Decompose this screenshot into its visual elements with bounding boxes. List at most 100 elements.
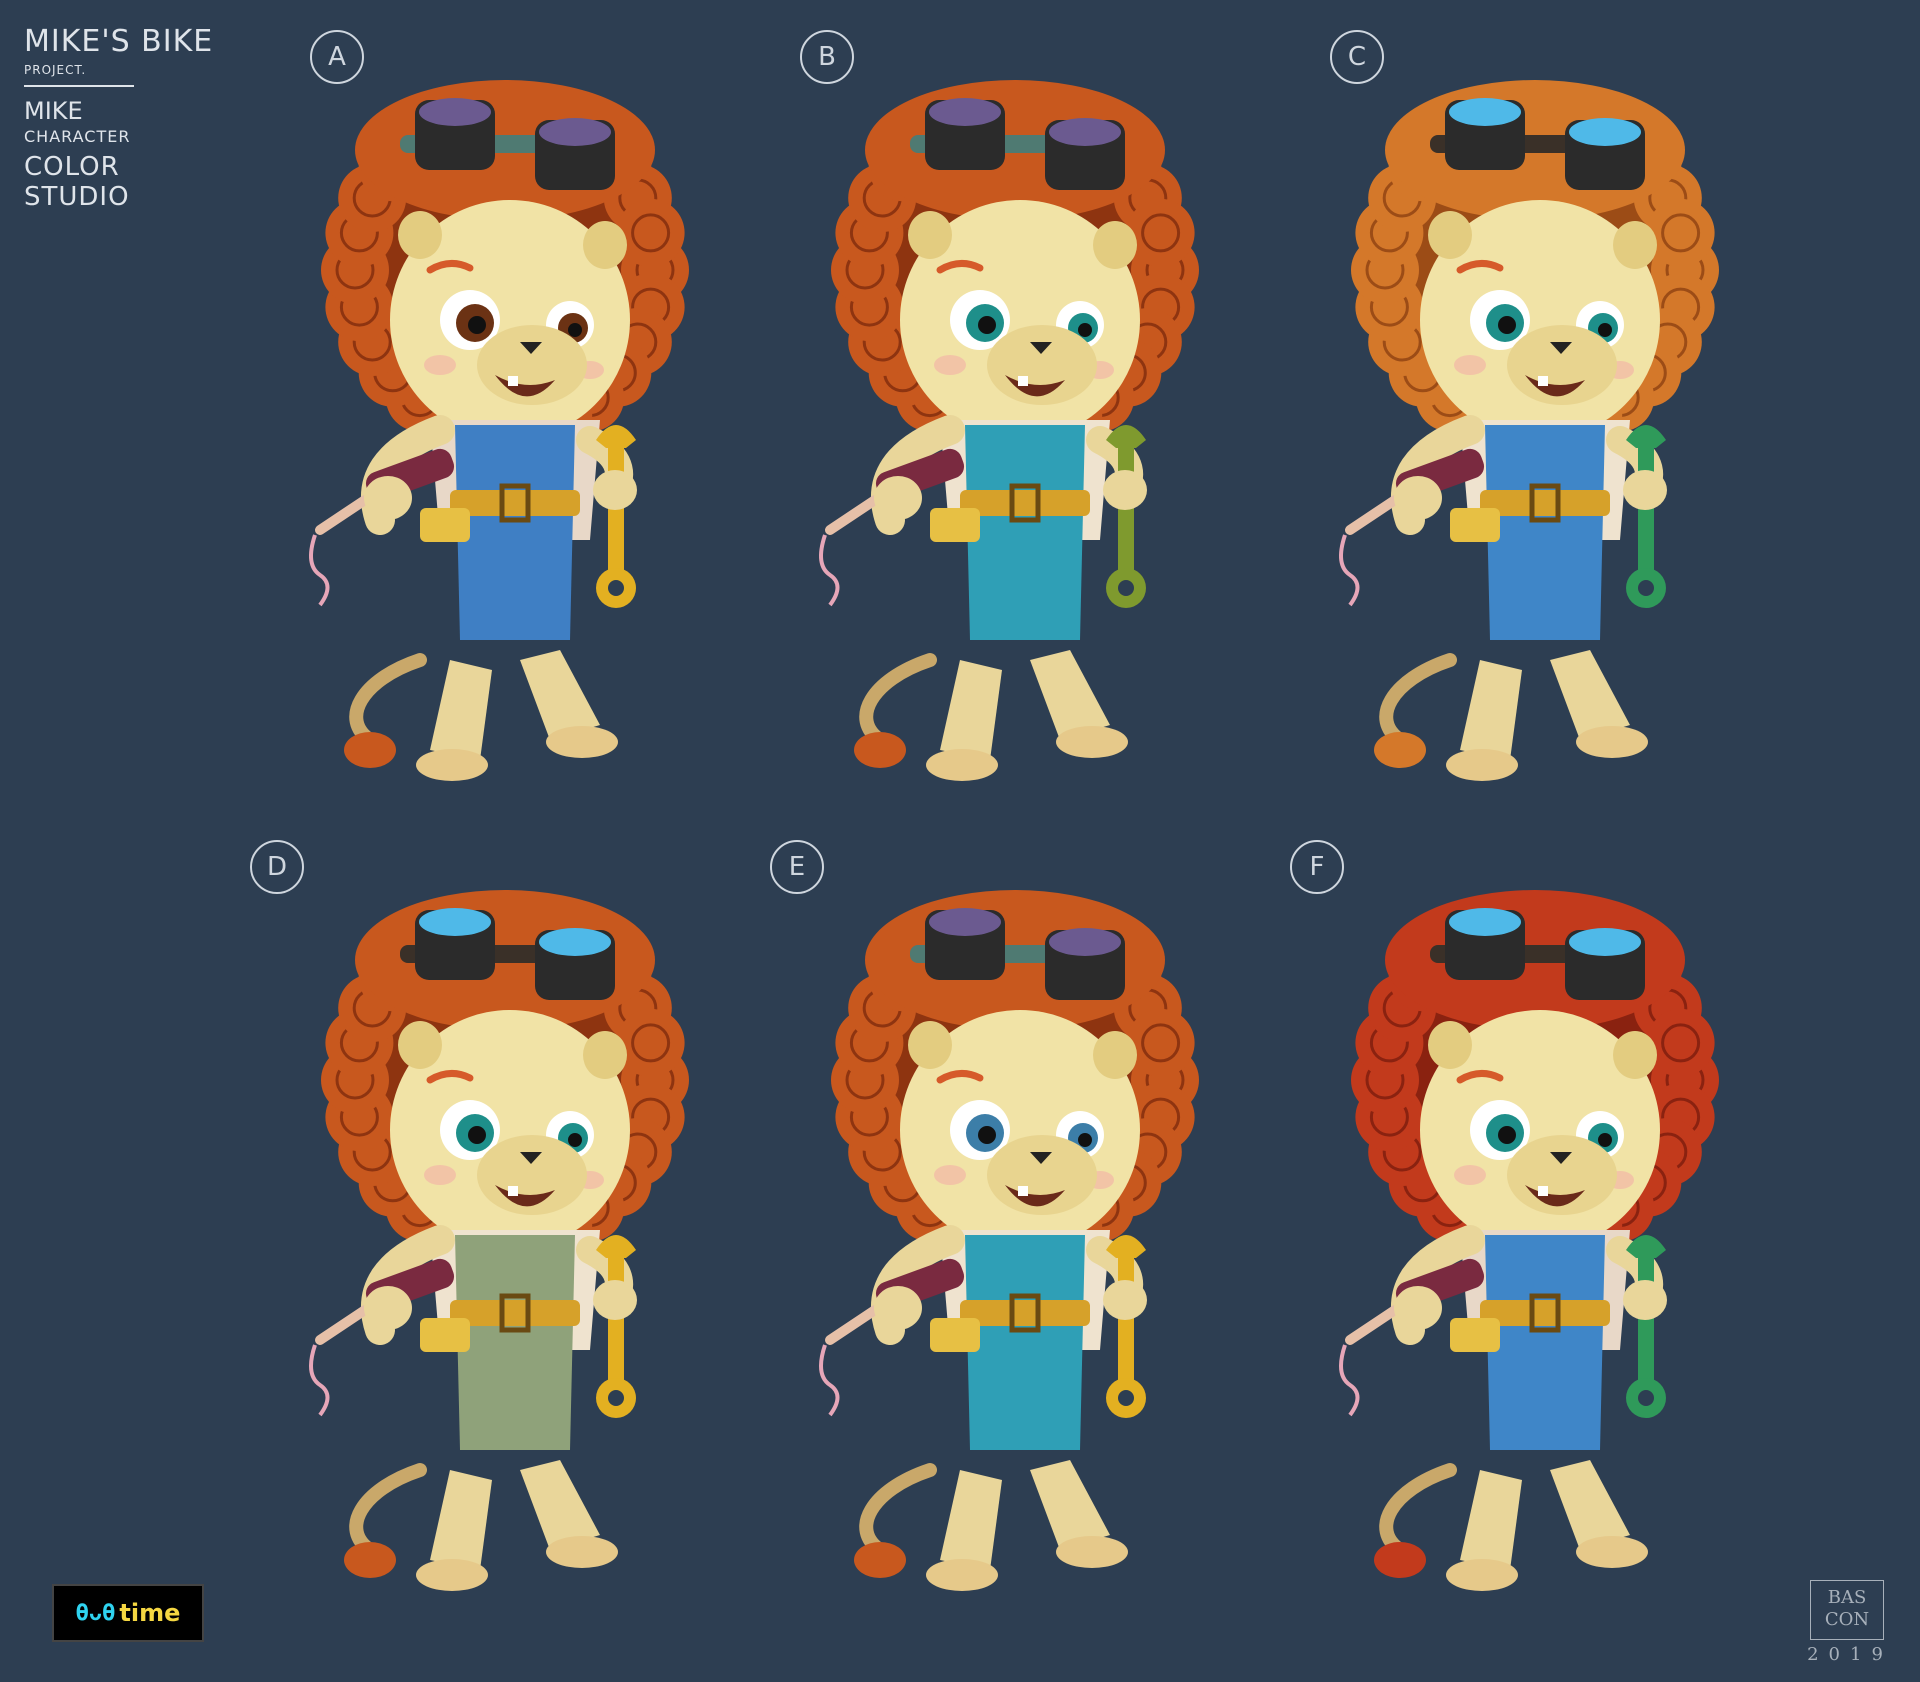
signature-initials: BAS CON — [1810, 1580, 1884, 1640]
signature-year: 2019 — [1807, 1644, 1893, 1665]
left-hand — [364, 1286, 412, 1330]
belt-pouch — [420, 1318, 470, 1352]
right-hand — [1103, 470, 1147, 510]
soldering-cord — [819, 1344, 840, 1417]
goggle-right-lens — [1569, 118, 1641, 146]
right-pupil — [1078, 1133, 1092, 1147]
left-foot — [1446, 1559, 1518, 1591]
studio-logo: ϴᴗϴ time — [52, 1584, 204, 1642]
right-foot — [1056, 726, 1128, 758]
goggle-right-lens — [539, 118, 611, 146]
left-hand — [1394, 1286, 1442, 1330]
mane-curl — [616, 1008, 685, 1077]
mane-curl — [1126, 1008, 1195, 1077]
left-cheek — [1454, 1165, 1486, 1185]
left-leg — [1460, 1470, 1522, 1570]
artist-signature: BAS CON 2019 — [1804, 1580, 1896, 1670]
right-pupil — [1598, 1133, 1612, 1147]
tail — [349, 653, 427, 747]
overalls — [1485, 425, 1605, 640]
wrench-shaft — [1638, 1250, 1654, 1390]
left-leg — [430, 1470, 492, 1570]
character-variant-a: A — [270, 20, 750, 810]
tail-tuft — [344, 1542, 396, 1578]
left-leg — [430, 660, 492, 760]
right-hand — [1103, 1280, 1147, 1320]
right-pupil — [568, 1133, 582, 1147]
left-pupil — [468, 316, 486, 334]
tooth — [1018, 1186, 1028, 1196]
goggle-right-lens — [539, 928, 611, 956]
wrench-hole — [1118, 580, 1134, 596]
soldering-cord — [1339, 534, 1360, 607]
right-foot — [1056, 1536, 1128, 1568]
lion-character-illustration — [1339, 890, 1719, 1591]
goggle-left-lens — [1449, 908, 1521, 936]
tail — [859, 1463, 937, 1557]
right-hand — [1623, 1280, 1667, 1320]
wrench-hole — [1638, 1390, 1654, 1406]
lion-character-illustration — [309, 890, 689, 1591]
right-foot — [546, 726, 618, 758]
wrench-hole — [608, 1390, 624, 1406]
left-ear — [1428, 211, 1472, 259]
tail — [349, 1463, 427, 1557]
character-variant-c: C — [1300, 20, 1780, 810]
right-ear — [1093, 1031, 1137, 1079]
soldering-iron-tip — [825, 1305, 880, 1345]
left-hand — [364, 476, 412, 520]
wrench-shaft — [608, 440, 624, 580]
soldering-iron-tip — [315, 495, 370, 535]
left-foot — [416, 1559, 488, 1591]
right-pupil — [568, 323, 582, 337]
left-foot — [926, 749, 998, 781]
goggle-right-lens — [1049, 928, 1121, 956]
left-cheek — [934, 1165, 966, 1185]
tail — [1379, 1463, 1457, 1557]
left-pupil — [1498, 1126, 1516, 1144]
wrench-shaft — [608, 1250, 624, 1390]
goggle-left-lens — [419, 98, 491, 126]
character-variant-e: E — [770, 830, 1260, 1620]
right-pupil — [1598, 323, 1612, 337]
lion-character-illustration — [819, 80, 1199, 781]
left-pupil — [978, 316, 996, 334]
left-ear — [908, 211, 952, 259]
mane-curl — [1126, 198, 1195, 267]
left-ear — [398, 1021, 442, 1069]
left-cheek — [424, 355, 456, 375]
lion-character-illustration — [309, 80, 689, 781]
right-pupil — [1078, 323, 1092, 337]
belt-pouch — [930, 1318, 980, 1352]
left-ear — [908, 1021, 952, 1069]
wrench-hole — [1118, 1390, 1134, 1406]
overalls — [455, 425, 575, 640]
overalls — [455, 1235, 575, 1450]
left-ear — [398, 211, 442, 259]
wrench-shaft — [1118, 440, 1134, 580]
right-hand — [593, 470, 637, 510]
soldering-cord — [819, 534, 840, 607]
left-ear — [1428, 1021, 1472, 1069]
left-hand — [1394, 476, 1442, 520]
goggle-right-lens — [1049, 118, 1121, 146]
sheet-title-block: MIKE'S BIKE PROJECT. MIKE CHARACTER COLO… — [24, 24, 224, 212]
tail-tuft — [1374, 732, 1426, 768]
wrench-shaft — [1118, 1250, 1134, 1390]
mane-curl — [616, 198, 685, 267]
left-leg — [940, 660, 1002, 760]
wrench-shaft — [1638, 440, 1654, 580]
overalls — [965, 1235, 1085, 1450]
soldering-cord — [309, 1344, 330, 1417]
tooth — [508, 1186, 518, 1196]
left-hand — [874, 1286, 922, 1330]
goggle-left-lens — [929, 908, 1001, 936]
soldering-iron-tip — [315, 1305, 370, 1345]
left-foot — [1446, 749, 1518, 781]
title-divider — [24, 85, 134, 87]
wrench-hole — [608, 580, 624, 596]
left-cheek — [1454, 355, 1486, 375]
tooth — [1538, 376, 1548, 386]
color-studio-label: COLOR STUDIO — [24, 152, 130, 212]
tooth — [1538, 1186, 1548, 1196]
